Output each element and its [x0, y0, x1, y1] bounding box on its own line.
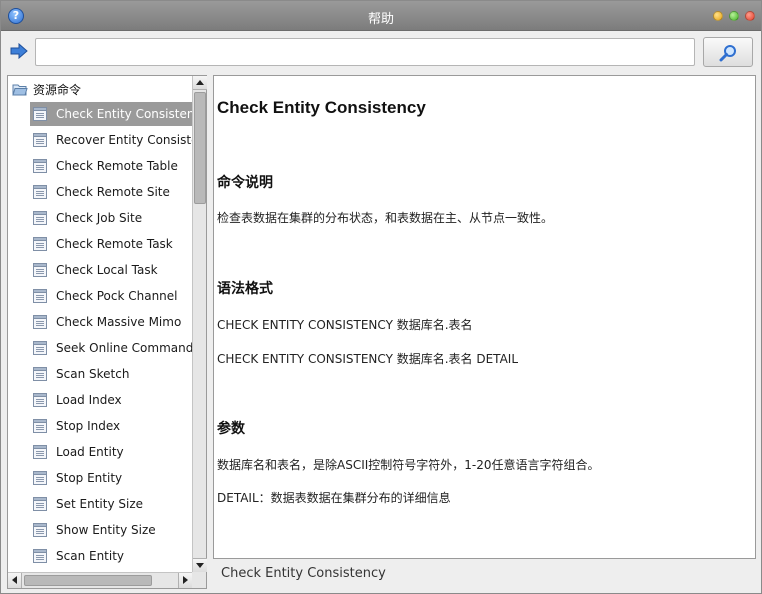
- tree-item-label: Stop Index: [56, 419, 121, 433]
- tree-item-label: Seek Online Command: [56, 341, 192, 355]
- syntax-line-1: CHECK ENTITY CONSISTENCY 数据库名.表名: [217, 318, 473, 332]
- param-line-2: DETAIL：数据表数据在集群分布的详细信息: [217, 491, 451, 505]
- tree-item[interactable]: Stop Index: [30, 414, 192, 438]
- status-text: Check Entity Consistency: [221, 566, 386, 581]
- tree-item-label: Set Entity Size: [56, 497, 143, 511]
- search-input[interactable]: [35, 38, 695, 66]
- tree-item[interactable]: Seek Online Command: [30, 336, 192, 360]
- tree-item[interactable]: Recover Entity Consistency: [30, 128, 192, 152]
- tree-item-label: Check Remote Site: [56, 185, 170, 199]
- tree-item[interactable]: Check Pock Channel: [30, 284, 192, 308]
- tree-content: 资源命令 Check Entity Consistency Recover Ent…: [8, 76, 192, 572]
- scroll-left-button[interactable]: [8, 573, 22, 588]
- tree-item-label: Recover Entity Consistency: [56, 133, 192, 147]
- horizontal-scroll-thumb[interactable]: [24, 575, 152, 586]
- tree-item-label: Load Entity: [56, 445, 124, 459]
- folder-open-icon: [12, 84, 28, 95]
- tree-item-label: Scan Sketch: [56, 367, 130, 381]
- document-icon: [33, 419, 47, 433]
- tree-item-label: Check Entity Consistency: [56, 107, 192, 121]
- document-icon: [33, 133, 47, 147]
- document-icon: [33, 107, 47, 121]
- tree-root[interactable]: 资源命令: [12, 80, 81, 98]
- syntax-line-2: CHECK ENTITY CONSISTENCY 数据库名.表名 DETAIL: [217, 352, 519, 366]
- minimize-button[interactable]: [713, 11, 723, 21]
- tree-item-label: Check Remote Table: [56, 159, 178, 173]
- command-tree: 资源命令 Check Entity Consistency Recover Ent…: [7, 75, 207, 589]
- document-icon: [33, 185, 47, 199]
- document-icon: [33, 289, 47, 303]
- close-button[interactable]: [745, 11, 755, 21]
- tree-item-label: Stop Entity: [56, 471, 123, 485]
- param-line-1: 数据库名和表名，是除ASCII控制符号字符外，1-20任意语言字符组合。: [217, 458, 600, 472]
- document-icon: [33, 549, 47, 563]
- tree-item-label: Scan Entity: [56, 549, 125, 563]
- help-content: Check Entity Consistency 命令说明 检查表数据在集群的分…: [213, 75, 756, 559]
- description-text: 检查表数据在集群的分布状态，和表数据在主、从节点一致性。: [217, 211, 554, 225]
- document-icon: [33, 341, 47, 355]
- tree-item[interactable]: Check Remote Task: [30, 232, 192, 256]
- tree-item-label: Check Job Site: [56, 211, 143, 225]
- tree-item[interactable]: Scan Entity: [30, 544, 192, 568]
- chevron-right-icon: [183, 576, 188, 584]
- scroll-right-button[interactable]: [178, 573, 192, 588]
- search-button[interactable]: [703, 37, 753, 67]
- chevron-up-icon: [196, 80, 204, 85]
- document-icon: [33, 263, 47, 277]
- tree-item-label: Check Pock Channel: [56, 289, 178, 303]
- section-heading-syntax: 语法格式: [217, 281, 273, 297]
- horizontal-scrollbar[interactable]: [8, 572, 192, 588]
- document-icon: [33, 159, 47, 173]
- tree-item[interactable]: Check Remote Site: [30, 180, 192, 204]
- tree-item[interactable]: Check Remote Table: [30, 154, 192, 178]
- scroll-down-button[interactable]: [193, 558, 207, 572]
- tree-item[interactable]: Check Job Site: [30, 206, 192, 230]
- tree-item[interactable]: Set Entity Size: [30, 492, 192, 516]
- document-icon: [33, 445, 47, 459]
- tree-item-label: Check Local Task: [56, 263, 158, 277]
- search-icon: [719, 45, 736, 62]
- page-title: Check Entity Consistency: [217, 98, 426, 117]
- tree-item[interactable]: Stop Entity: [30, 466, 192, 490]
- document-icon: [33, 237, 47, 251]
- tree-item[interactable]: Scan Sketch: [30, 362, 192, 386]
- title-bar[interactable]: ? 帮助: [1, 1, 761, 31]
- tree-item[interactable]: Load Entity: [30, 440, 192, 464]
- window-title: 帮助: [367, 12, 394, 27]
- maximize-button[interactable]: [729, 11, 739, 21]
- tree-item[interactable]: Check Entity Consistency: [30, 102, 192, 126]
- document-icon: [33, 367, 47, 381]
- document-icon: [33, 211, 47, 225]
- tree-item[interactable]: Check Massive Mimo: [30, 310, 192, 334]
- tree-item-label: Check Massive Mimo: [56, 315, 182, 329]
- tree-item-label: Show Entity Size: [56, 523, 156, 537]
- arrow-right-icon[interactable]: [10, 43, 28, 59]
- document-icon: [33, 497, 47, 511]
- scroll-up-button[interactable]: [193, 76, 207, 90]
- scroll-corner: [192, 572, 206, 588]
- tree-item[interactable]: Load Index: [30, 388, 192, 412]
- vertical-scrollbar[interactable]: [192, 76, 207, 572]
- tree-item[interactable]: Show Entity Size: [30, 518, 192, 542]
- tree-item-label: Load Index: [56, 393, 122, 407]
- document-icon: [33, 393, 47, 407]
- document-icon: [33, 523, 47, 537]
- chevron-left-icon: [12, 576, 17, 584]
- tree-item-label: Check Remote Task: [56, 237, 173, 251]
- section-heading-description: 命令说明: [217, 175, 273, 191]
- vertical-scroll-thumb[interactable]: [194, 92, 206, 204]
- toolbar: [1, 31, 761, 73]
- chevron-down-icon: [196, 563, 204, 568]
- tree-root-label: 资源命令: [33, 82, 82, 97]
- help-window: ? 帮助 资源命令 Check Entity Consisten Recover…: [0, 0, 762, 594]
- section-heading-params: 参数: [217, 421, 245, 437]
- document-icon: [33, 471, 47, 485]
- tree-item[interactable]: Check Local Task: [30, 258, 192, 282]
- document-icon: [33, 315, 47, 329]
